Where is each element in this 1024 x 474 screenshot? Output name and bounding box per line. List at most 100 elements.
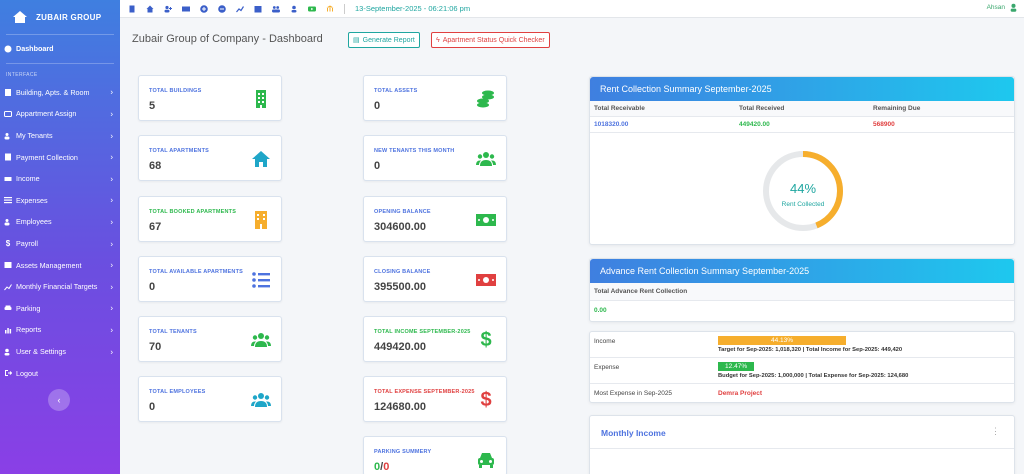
stat-card-total-assets[interactable]: TOTAL ASSETS 0 (363, 75, 507, 121)
column-header: Total Received (739, 105, 785, 112)
expense-total-prefix: | Total Expense for Sep-2025: (803, 373, 888, 379)
add-user-icon[interactable] (164, 5, 172, 13)
sidebar-item-parking[interactable]: Parking › (0, 298, 120, 320)
money-bill-icon (476, 214, 496, 226)
stat-card-total-employees[interactable]: TOTAL EMPLOYEES 0 (138, 376, 282, 422)
users-icon (476, 152, 496, 166)
sidebar-item-buildings[interactable]: Building, Apts. & Room › (0, 82, 120, 104)
expense-total-value: 124,680 (887, 373, 909, 379)
sidebar-item-label: Logout (16, 368, 38, 378)
youtube-icon[interactable] (308, 5, 316, 13)
assets-icon (4, 261, 12, 269)
coins-icon (477, 90, 494, 108)
sidebar-item-payment-collection[interactable]: Payment Collection › (0, 146, 120, 168)
minus-circle-icon[interactable] (218, 4, 226, 13)
list-icon (252, 272, 270, 288)
stat-card-available-apartments[interactable]: TOTAL AVAILABLE APARTMENTS 0 (138, 256, 282, 302)
income-target-value: 1,018,320 (775, 347, 802, 353)
stat-value: 67 (149, 221, 162, 233)
stat-label: TOTAL EXPENSE SEPTEMBER-2025 (374, 389, 475, 395)
income-total-prefix: | Total Income for Sep-2025: (801, 347, 882, 353)
most-expense-row: Most Expense in Sep-2025 Demra Project (590, 384, 1014, 403)
stat-card-total-income[interactable]: TOTAL INCOME SEPTEMBER-2025 449420.00 $ (363, 316, 507, 362)
donut-percent: 44% (790, 181, 816, 196)
chevron-right-icon: › (110, 195, 113, 205)
sidebar-item-income[interactable]: Income › (0, 168, 120, 190)
chevron-right-icon: › (110, 303, 113, 313)
users-icon[interactable] (272, 5, 280, 13)
chart-line-icon[interactable] (236, 5, 244, 13)
users-icon (251, 333, 271, 347)
stat-value: 304600.00 (374, 221, 426, 233)
sidebar-item-monthly-targets[interactable]: Monthly Financial Targets › (0, 276, 120, 298)
sidebar-item-user-settings[interactable]: User & Settings › (0, 341, 120, 363)
chevron-right-icon: › (110, 347, 113, 357)
apartment-status-checker-button[interactable]: ϟ Apartment Status Quick Checker (431, 32, 550, 48)
rent-collection-summary-panel: Rent Collection Summary September-2025 T… (589, 76, 1015, 245)
more-options-icon[interactable]: ⋮ (991, 426, 1000, 437)
stat-card-total-buildings[interactable]: TOTAL BUILDINGS 5 (138, 75, 282, 121)
building-icon[interactable] (128, 5, 136, 13)
chevron-right-icon: › (110, 152, 113, 162)
user-icon[interactable] (290, 5, 298, 13)
stat-value: 0 (149, 401, 156, 413)
sidebar-item-label: Payroll (16, 239, 38, 249)
stat-card-closing-balance[interactable]: CLOSING BALANCE 395500.00 (363, 256, 507, 302)
page-title: Zubair Group of Company - Dashboard (132, 33, 323, 45)
income-progress-bar: 44.13% (718, 336, 846, 345)
monthly-income-panel: Monthly Income ⋮ (589, 415, 1015, 474)
calendar-icon[interactable] (254, 5, 262, 13)
generate-report-button[interactable]: ▤ Generate Report (348, 32, 420, 48)
rent-collected-donut: 44% Rent Collected (763, 151, 843, 231)
sidebar-item-label: Employees (16, 217, 52, 227)
stat-card-opening-balance[interactable]: OPENING BALANCE 304600.00 (363, 196, 507, 242)
sidebar-toggle-button[interactable]: ‹ (48, 389, 70, 411)
stat-label: TOTAL TENANTS (149, 329, 197, 335)
stat-label: TOTAL AVAILABLE APARTMENTS (149, 269, 244, 275)
sidebar-item-label: Payment Collection (16, 152, 78, 162)
sidebar-item-assets-management[interactable]: Assets Management › (0, 254, 120, 276)
panel-title: Advance Rent Collection Summary Septembe… (590, 259, 1014, 283)
stat-card-total-apartments[interactable]: TOTAL APARTMENTS 68 (138, 135, 282, 181)
brand[interactable]: ZUBAIR GROUP (0, 0, 120, 34)
sidebar-item-reports[interactable]: Reports › (0, 319, 120, 341)
sidebar-item-label: Assets Management (16, 260, 82, 270)
home-icon[interactable] (146, 5, 154, 13)
stat-value: 0/0 (374, 461, 389, 473)
sidebar-divider (6, 34, 114, 35)
sidebar-item-expenses[interactable]: Expenses › (0, 190, 120, 212)
stat-label: TOTAL EMPLOYEES (149, 389, 206, 395)
stat-card-total-expense[interactable]: TOTAL EXPENSE SEPTEMBER-2025 124680.00 $ (363, 376, 507, 422)
financial-targets-panel: Income 44.13% Target for Sep-2025: 1,018… (589, 331, 1015, 403)
sidebar-item-apartment-assign[interactable]: Appartment Assign › (0, 103, 120, 125)
list-icon (4, 196, 12, 204)
stat-card-booked-apartments[interactable]: TOTAL BOOKED APARTMENTS 67 (138, 196, 282, 242)
bank-icon[interactable] (326, 5, 334, 13)
sidebar-item-dashboard[interactable]: Dashboard (0, 38, 120, 60)
sidebar-item-logout[interactable]: Logout (0, 362, 120, 384)
building-icon (256, 90, 266, 108)
table-header: Total Receivable Total Received Remainin… (590, 101, 1014, 117)
sidebar-item-label: Reports (16, 325, 42, 335)
id-card-icon (4, 110, 12, 118)
chevron-right-icon: › (110, 282, 113, 292)
plus-circle-icon[interactable] (200, 4, 208, 13)
income-target-text: Target for Sep-2025: 1,018,320 | Total I… (718, 347, 1014, 353)
sidebar-item-my-tenants[interactable]: My Tenants › (0, 125, 120, 147)
stat-card-parking-summary[interactable]: PARKING SUMMERY 0/0 (363, 436, 507, 474)
car-icon (478, 453, 494, 468)
chevron-right-icon: › (110, 87, 113, 97)
sidebar-item-employees[interactable]: Employees › (0, 211, 120, 233)
stat-card-total-tenants[interactable]: TOTAL TENANTS 70 (138, 316, 282, 362)
status-checker-label: Apartment Status Quick Checker (442, 36, 545, 44)
stat-value: 449420.00 (374, 341, 426, 353)
sidebar-item-label: My Tenants (16, 131, 53, 141)
expense-budget-cell: 12.47% Budget for Sep-2025: 1,000,000 | … (718, 358, 1014, 383)
user-menu[interactable]: Ahsan (987, 3, 1018, 12)
stat-value: 68 (149, 160, 162, 172)
sidebar-item-payroll[interactable]: $ Payroll › (0, 233, 120, 255)
report-file-icon: ▤ (353, 37, 360, 44)
income-target-prefix: Target for Sep-2025: (718, 347, 776, 353)
money-bill-icon[interactable] (182, 5, 190, 13)
stat-card-new-tenants[interactable]: NEW TENANTS THIS MONTH 0 (363, 135, 507, 181)
